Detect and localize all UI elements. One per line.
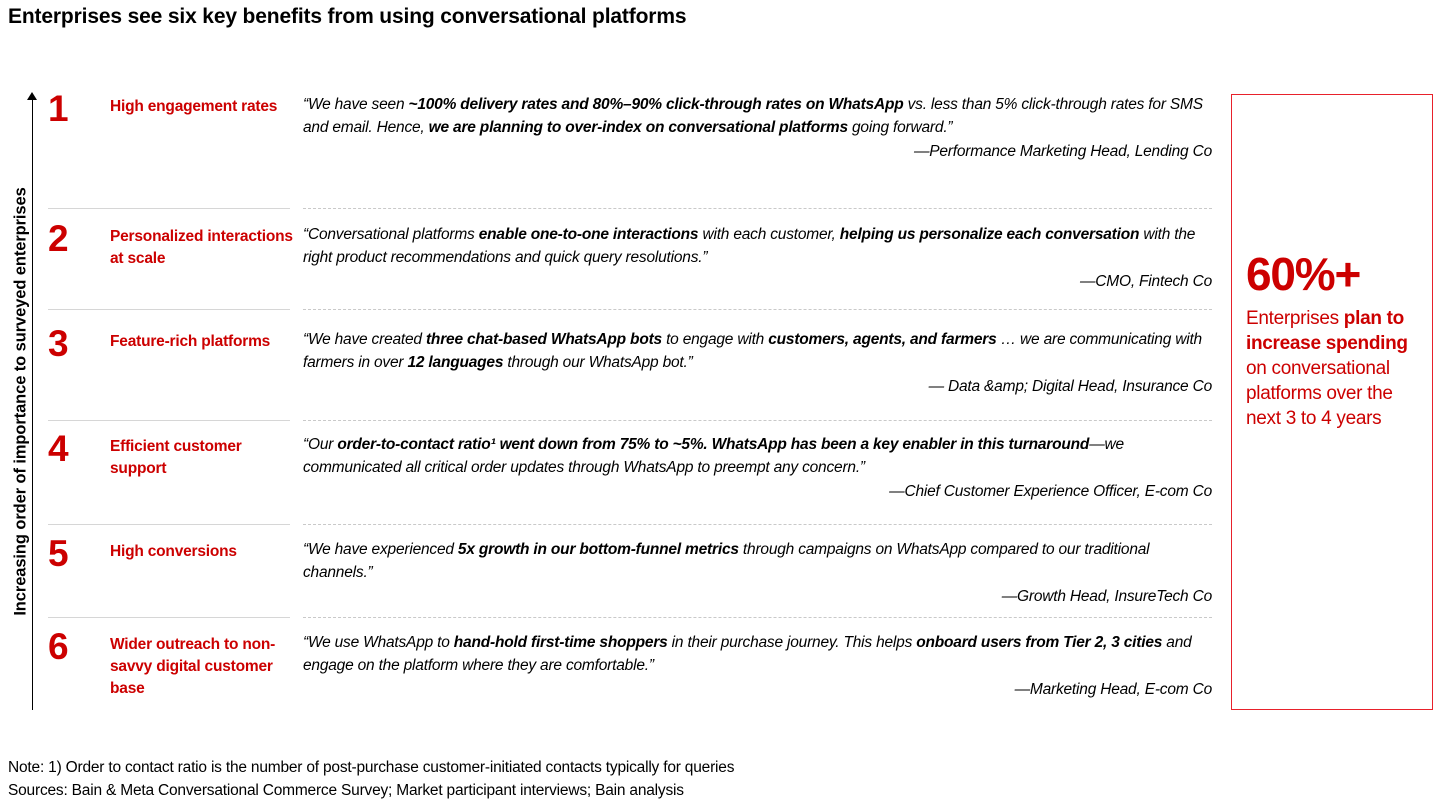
row-separator-dashed: [303, 617, 1212, 618]
row-separator-solid: [48, 208, 290, 209]
quote-text: “We use WhatsApp to hand-hold first-time…: [303, 634, 1192, 674]
benefit-number: 2: [48, 218, 69, 259]
axis-label: Increasing order of importance to survey…: [11, 187, 30, 616]
benefit-quote: “We have seen ~100% delivery rates and 8…: [303, 94, 1212, 164]
quote-text: “Conversational platforms enable one-to-…: [303, 226, 1196, 266]
benefit-label: High conversions: [110, 543, 237, 560]
callout-content: 60%+ Enterprises plan to increase spendi…: [1246, 251, 1421, 431]
benefit-row: 3 Feature-rich platforms “We have create…: [48, 323, 1212, 405]
callout-description: Enterprises plan to increase spending on…: [1246, 308, 1408, 430]
quote-attribution: — Data &amp; Digital Head, Insurance Co: [928, 378, 1213, 396]
row-separator-solid: [48, 420, 290, 421]
benefit-number: 4: [48, 428, 69, 469]
benefit-number: 3: [48, 323, 69, 364]
quote-attribution: —CMO, Fintech Co: [1079, 273, 1212, 291]
benefits-list: 1 High engagement rates “We have seen ~1…: [48, 88, 1212, 710]
footer-note: Note: 1) Order to contact ratio is the n…: [8, 759, 735, 776]
benefit-number: 1: [48, 88, 69, 129]
axis-line: [32, 96, 33, 710]
footer-notes: Note: 1) Order to contact ratio is the n…: [8, 756, 1408, 803]
benefit-label: Feature-rich platforms: [110, 333, 271, 350]
importance-axis: Increasing order of importance to survey…: [0, 92, 40, 710]
quote-text: “We have experienced 5x growth in our bo…: [303, 541, 1150, 581]
quote-text: “We have seen ~100% delivery rates and 8…: [303, 96, 1203, 136]
quote-attribution: —Growth Head, InsureTech Co: [1001, 588, 1212, 606]
benefit-quote: “We have created three chat-based WhatsA…: [303, 329, 1212, 399]
row-separator-solid: [48, 309, 290, 310]
row-separator-dashed: [303, 420, 1212, 421]
benefit-quote: “We have experienced 5x growth in our bo…: [303, 539, 1212, 609]
benefit-row: 2 Personalized interactions at scale “Co…: [48, 218, 1212, 300]
benefit-label: Efficient customer support: [110, 438, 242, 477]
benefit-number: 5: [48, 533, 69, 574]
benefit-quote: “Our order-to-contact ratio¹ went down f…: [303, 434, 1212, 504]
benefit-row: 4 Efficient customer support “Our order-…: [48, 428, 1212, 510]
quote-attribution: —Performance Marketing Head, Lending Co: [913, 143, 1212, 161]
quote-attribution: —Chief Customer Experience Officer, E-co…: [889, 483, 1212, 501]
footer-sources: Sources: Bain & Meta Conversational Comm…: [8, 782, 684, 800]
quote-text: “We have created three chat-based WhatsA…: [303, 331, 1202, 371]
benefit-row: 1 High engagement rates “We have seen ~1…: [48, 88, 1212, 200]
benefit-quote: “Conversational platforms enable one-to-…: [303, 224, 1212, 294]
benefit-row: 5 High conversions “We have experienced …: [48, 533, 1212, 615]
page-title: Enterprises see six key benefits from us…: [8, 5, 687, 28]
quote-attribution: —Marketing Head, E-com Co: [1014, 681, 1213, 699]
benefit-label: Personalized interactions at scale: [110, 228, 293, 267]
row-separator-solid: [48, 617, 290, 618]
row-separator-dashed: [303, 524, 1212, 525]
benefit-label: High engagement rates: [110, 98, 278, 115]
benefit-row: 6 Wider outreach to non-savvy digital cu…: [48, 626, 1212, 710]
benefit-quote: “We use WhatsApp to hand-hold first-time…: [303, 632, 1212, 702]
callout-stat: 60%+: [1246, 248, 1361, 300]
row-separator-dashed: [303, 208, 1212, 209]
row-separator-dashed: [303, 309, 1212, 310]
quote-text: “Our order-to-contact ratio¹ went down f…: [303, 436, 1124, 476]
spending-callout-box: 60%+ Enterprises plan to increase spendi…: [1231, 94, 1433, 710]
benefit-number: 6: [48, 626, 69, 667]
row-separator-solid: [48, 524, 290, 525]
benefit-label: Wider outreach to non-savvy digital cust…: [110, 636, 276, 697]
